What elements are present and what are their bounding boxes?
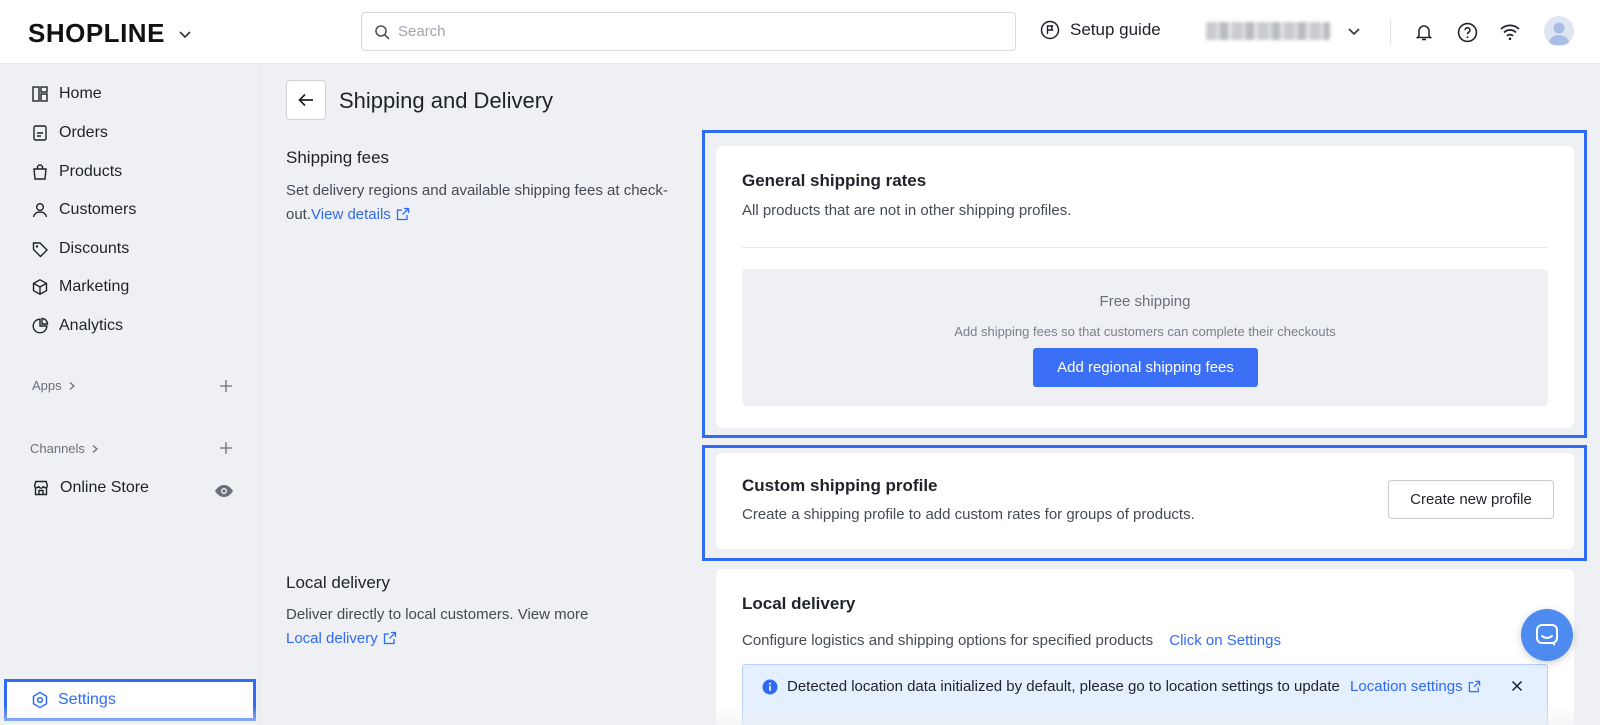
external-link-icon[interactable] xyxy=(1468,680,1481,693)
settings-icon xyxy=(31,691,49,709)
sidebar-item-customers[interactable]: Customers xyxy=(30,198,136,222)
chat-support-button[interactable] xyxy=(1521,609,1573,661)
logo[interactable]: SHOPLINE xyxy=(28,18,193,49)
external-link-icon[interactable] xyxy=(396,207,410,221)
create-new-profile-button[interactable]: Create new profile xyxy=(1388,480,1554,519)
sidebar-item-settings[interactable]: Settings xyxy=(4,679,256,721)
card-divider xyxy=(742,247,1548,248)
sidebar-item-orders[interactable]: Orders xyxy=(30,121,108,145)
orders-icon xyxy=(30,123,50,143)
notice-text: Detected location data initialized by de… xyxy=(787,676,1507,698)
sidebar-item-home[interactable]: Home xyxy=(30,82,102,106)
arrow-left-icon xyxy=(298,93,313,107)
page-title: Shipping and Delivery xyxy=(339,88,554,113)
sidebar-item-label: Customers xyxy=(59,201,137,218)
store-icon xyxy=(31,478,51,498)
store-switcher[interactable] xyxy=(1206,22,1362,40)
local-delivery-link[interactable]: Local delivery xyxy=(286,630,378,647)
sidebar-item-label: Settings xyxy=(58,691,116,708)
sidebar-item-online-store[interactable]: Online Store xyxy=(31,476,149,500)
add-channel-plus-icon[interactable] xyxy=(219,441,233,455)
flag-icon xyxy=(1040,20,1060,40)
eye-icon[interactable] xyxy=(214,484,234,498)
sidebar-item-analytics[interactable]: Analytics xyxy=(30,314,123,338)
bell-icon[interactable] xyxy=(1412,20,1436,44)
sidebar-item-label: Analytics xyxy=(59,317,124,334)
bag-icon xyxy=(30,162,50,182)
sidebar-item-label: Online Store xyxy=(60,479,149,496)
chevron-right-icon xyxy=(92,444,98,453)
help-icon[interactable] xyxy=(1455,20,1479,44)
location-notice-banner: Detected location data initialized by de… xyxy=(742,664,1548,725)
sidebar-item-marketing[interactable]: Marketing xyxy=(30,275,129,299)
custom-shipping-profile-card: Custom shipping profile Create a shippin… xyxy=(716,453,1574,549)
sidebar-channels-header[interactable]: Channels xyxy=(30,441,100,456)
sidebar-item-label: Marketing xyxy=(59,278,130,295)
sidebar-item-products[interactable]: Products xyxy=(30,160,122,184)
shipping-fees-description: Set delivery regions and available shipp… xyxy=(286,179,696,227)
sidebar-item-discounts[interactable]: Discounts xyxy=(30,237,129,261)
custom-profile-title: Custom shipping profile xyxy=(742,476,938,495)
info-icon xyxy=(762,679,778,695)
local-delivery-card-desc-text: Configure logistics and shipping options… xyxy=(742,632,1154,649)
free-shipping-empty-state: Free shipping Add shipping fees so that … xyxy=(742,269,1548,406)
external-link-icon[interactable] xyxy=(383,631,397,645)
general-rates-description: All products that are not in other shipp… xyxy=(742,202,1072,219)
free-shipping-title: Free shipping xyxy=(1099,293,1191,310)
sidebar-item-label: Orders xyxy=(59,124,108,141)
shipping-fees-title: Shipping fees xyxy=(286,148,390,167)
top-bar: SHOPLINE Setup guide xyxy=(0,0,1600,64)
tag-icon xyxy=(30,239,50,259)
chevron-down-icon xyxy=(1348,28,1360,36)
free-shipping-description: Add shipping fees so that customers can … xyxy=(954,324,1336,339)
local-delivery-link-row: Local delivery xyxy=(286,627,696,651)
logo-text: SHOPLINE xyxy=(28,18,165,48)
general-shipping-rates-card: General shipping rates All products that… xyxy=(716,146,1574,428)
local-delivery-card-description: Configure logistics and shipping options… xyxy=(742,632,1281,649)
general-rates-title: General shipping rates xyxy=(742,171,927,190)
setup-guide-label: Setup guide xyxy=(1070,20,1161,39)
view-details-link[interactable]: View details xyxy=(311,206,391,223)
sidebar-item-label: Products xyxy=(59,163,123,180)
header-divider xyxy=(1390,20,1391,44)
home-icon xyxy=(30,84,50,104)
add-regional-shipping-fees-button[interactable]: Add regional shipping fees xyxy=(1033,348,1258,387)
add-app-plus-icon[interactable] xyxy=(219,379,233,393)
chevron-down-icon[interactable] xyxy=(177,26,193,42)
sidebar-apps-header[interactable]: Apps xyxy=(32,378,77,393)
search-bar[interactable] xyxy=(361,12,1016,51)
chevron-right-icon xyxy=(69,381,75,390)
custom-profile-description: Create a shipping profile to add custom … xyxy=(742,506,1195,523)
channels-label: Channels xyxy=(30,441,85,456)
close-icon[interactable] xyxy=(1511,680,1523,692)
store-name-blurred xyxy=(1206,22,1330,40)
sidebar-item-label: Discounts xyxy=(59,240,130,257)
local-delivery-description: Deliver directly to local customers. Vie… xyxy=(286,606,589,623)
wifi-icon[interactable] xyxy=(1498,20,1522,44)
local-delivery-card-title: Local delivery xyxy=(742,594,856,613)
local-delivery-section-title: Local delivery xyxy=(286,573,390,592)
cube-icon xyxy=(30,277,50,297)
chat-icon xyxy=(1536,624,1558,646)
sidebar: Home Orders Products Customers Discounts… xyxy=(0,64,260,725)
person-icon xyxy=(30,200,50,220)
search-input[interactable] xyxy=(398,23,998,40)
back-button[interactable] xyxy=(286,80,326,120)
pie-icon xyxy=(30,316,50,336)
click-on-settings-link[interactable]: Click on Settings xyxy=(1169,632,1281,649)
location-settings-link[interactable]: Location settings xyxy=(1350,678,1463,695)
notice-message: Detected location data initialized by de… xyxy=(787,678,1340,695)
apps-label: Apps xyxy=(32,378,62,393)
avatar[interactable] xyxy=(1544,16,1574,46)
sidebar-item-label: Home xyxy=(59,85,102,102)
search-icon xyxy=(375,24,390,40)
local-delivery-card: Local delivery Configure logistics and s… xyxy=(716,569,1574,725)
setup-guide-button[interactable]: Setup guide xyxy=(1040,20,1161,40)
